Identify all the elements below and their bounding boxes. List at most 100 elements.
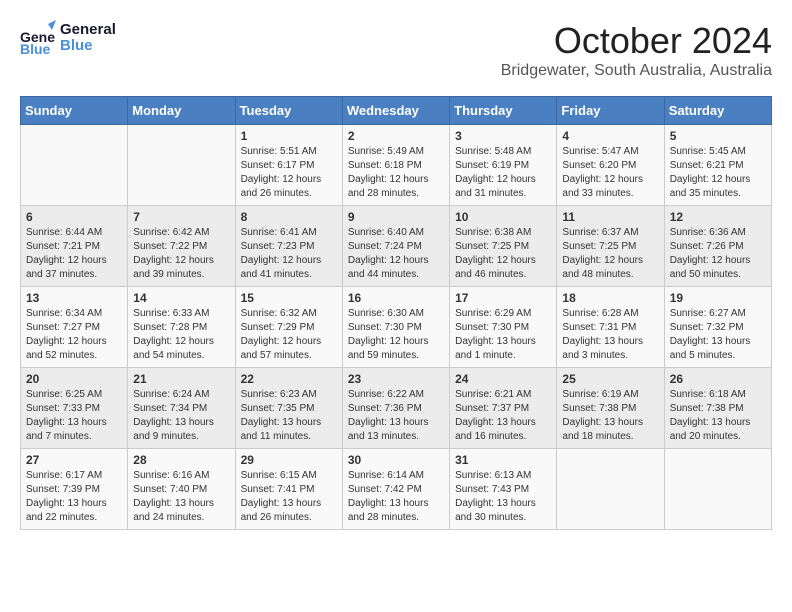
svg-text:Blue: Blue [20,41,51,56]
day-info: Sunrise: 6:17 AM Sunset: 7:39 PM Dayligh… [26,469,122,525]
day-info: Sunrise: 6:33 AM Sunset: 7:28 PM Dayligh… [133,307,229,363]
day-number: 25 [562,372,658,386]
day-cell: 23 Sunrise: 6:22 AM Sunset: 7:36 PM Dayli… [342,368,449,449]
day-number: 6 [26,210,122,224]
day-number: 18 [562,291,658,305]
day-info: Sunrise: 6:16 AM Sunset: 7:40 PM Dayligh… [133,469,229,525]
day-info: Sunrise: 6:40 AM Sunset: 7:24 PM Dayligh… [348,226,444,282]
calendar-header: SundayMondayTuesdayWednesdayThursdayFrid… [21,97,772,125]
day-cell: 14 Sunrise: 6:33 AM Sunset: 7:28 PM Dayli… [128,287,235,368]
day-cell: 4Sunrise: 5:47 AM Sunset: 6:20 PM Daylig… [557,125,664,206]
day-cell [128,125,235,206]
day-cell: 25 Sunrise: 6:19 AM Sunset: 7:38 PM Dayli… [557,368,664,449]
day-info: Sunrise: 5:48 AM Sunset: 6:19 PM Dayligh… [455,145,551,201]
day-number: 2 [348,129,444,143]
day-number: 21 [133,372,229,386]
day-info: Sunrise: 6:24 AM Sunset: 7:34 PM Dayligh… [133,388,229,444]
day-number: 20 [26,372,122,386]
day-info: Sunrise: 6:22 AM Sunset: 7:36 PM Dayligh… [348,388,444,444]
day-info: Sunrise: 6:23 AM Sunset: 7:35 PM Dayligh… [241,388,337,444]
day-cell: 19 Sunrise: 6:27 AM Sunset: 7:32 PM Dayli… [664,287,771,368]
day-cell: 20Sunrise: 6:25 AM Sunset: 7:33 PM Dayli… [21,368,128,449]
day-number: 9 [348,210,444,224]
day-number: 17 [455,291,551,305]
week-row-3: 13Sunrise: 6:34 AM Sunset: 7:27 PM Dayli… [21,287,772,368]
day-info: Sunrise: 6:44 AM Sunset: 7:21 PM Dayligh… [26,226,122,282]
calendar-table: SundayMondayTuesdayWednesdayThursdayFrid… [20,96,772,530]
day-info: Sunrise: 6:27 AM Sunset: 7:32 PM Dayligh… [670,307,766,363]
day-cell: 5 Sunrise: 5:45 AM Sunset: 6:21 PM Daylig… [664,125,771,206]
week-row-4: 20Sunrise: 6:25 AM Sunset: 7:33 PM Dayli… [21,368,772,449]
day-cell [21,125,128,206]
day-cell: 31Sunrise: 6:13 AM Sunset: 7:43 PM Dayli… [450,449,557,530]
day-info: Sunrise: 6:15 AM Sunset: 7:41 PM Dayligh… [241,469,337,525]
month-title: October 2024 [501,20,772,62]
location-subtitle: Bridgewater, South Australia, Australia [501,62,772,80]
day-info: Sunrise: 6:18 AM Sunset: 7:38 PM Dayligh… [670,388,766,444]
day-number: 19 [670,291,766,305]
day-number: 8 [241,210,337,224]
day-info: Sunrise: 6:37 AM Sunset: 7:25 PM Dayligh… [562,226,658,282]
day-number: 16 [348,291,444,305]
day-info: Sunrise: 6:30 AM Sunset: 7:30 PM Dayligh… [348,307,444,363]
day-info: Sunrise: 5:49 AM Sunset: 6:18 PM Dayligh… [348,145,444,201]
day-cell: 12 Sunrise: 6:36 AM Sunset: 7:26 PM Dayli… [664,206,771,287]
day-number: 30 [348,453,444,467]
day-cell: 2 Sunrise: 5:49 AM Sunset: 6:18 PM Daylig… [342,125,449,206]
day-cell: 18Sunrise: 6:28 AM Sunset: 7:31 PM Dayli… [557,287,664,368]
day-number: 23 [348,372,444,386]
day-number: 28 [133,453,229,467]
day-cell: 6 Sunrise: 6:44 AM Sunset: 7:21 PM Daylig… [21,206,128,287]
day-number: 15 [241,291,337,305]
header-cell-friday: Friday [557,97,664,125]
day-cell: 24 Sunrise: 6:21 AM Sunset: 7:37 PM Dayli… [450,368,557,449]
day-number: 12 [670,210,766,224]
day-info: Sunrise: 6:29 AM Sunset: 7:30 PM Dayligh… [455,307,551,363]
day-number: 10 [455,210,551,224]
day-info: Sunrise: 5:51 AM Sunset: 6:17 PM Dayligh… [241,145,337,201]
day-cell: 7Sunrise: 6:42 AM Sunset: 7:22 PM Daylig… [128,206,235,287]
week-row-5: 27 Sunrise: 6:17 AM Sunset: 7:39 PM Dayli… [21,449,772,530]
header-cell-monday: Monday [128,97,235,125]
day-info: Sunrise: 6:34 AM Sunset: 7:27 PM Dayligh… [26,307,122,363]
day-number: 1 [241,129,337,143]
header-cell-saturday: Saturday [664,97,771,125]
header-cell-thursday: Thursday [450,97,557,125]
day-cell: 27 Sunrise: 6:17 AM Sunset: 7:39 PM Dayli… [21,449,128,530]
day-number: 31 [455,453,551,467]
day-info: Sunrise: 6:32 AM Sunset: 7:29 PM Dayligh… [241,307,337,363]
day-cell [557,449,664,530]
day-number: 29 [241,453,337,467]
day-cell: 9 Sunrise: 6:40 AM Sunset: 7:24 PM Daylig… [342,206,449,287]
day-number: 4 [562,129,658,143]
day-info: Sunrise: 6:14 AM Sunset: 7:42 PM Dayligh… [348,469,444,525]
day-number: 5 [670,129,766,143]
day-number: 22 [241,372,337,386]
day-cell: 13Sunrise: 6:34 AM Sunset: 7:27 PM Dayli… [21,287,128,368]
day-info: Sunrise: 6:21 AM Sunset: 7:37 PM Dayligh… [455,388,551,444]
logo-general: General [60,22,116,39]
header-cell-wednesday: Wednesday [342,97,449,125]
day-info: Sunrise: 6:19 AM Sunset: 7:38 PM Dayligh… [562,388,658,444]
day-number: 27 [26,453,122,467]
day-cell: 16 Sunrise: 6:30 AM Sunset: 7:30 PM Dayli… [342,287,449,368]
day-cell: 28 Sunrise: 6:16 AM Sunset: 7:40 PM Dayli… [128,449,235,530]
day-info: Sunrise: 6:41 AM Sunset: 7:23 PM Dayligh… [241,226,337,282]
day-cell: 1 Sunrise: 5:51 AM Sunset: 6:17 PM Daylig… [235,125,342,206]
day-number: 14 [133,291,229,305]
calendar-body: 1 Sunrise: 5:51 AM Sunset: 6:17 PM Daylig… [21,125,772,530]
day-cell: 15 Sunrise: 6:32 AM Sunset: 7:29 PM Dayli… [235,287,342,368]
day-number: 26 [670,372,766,386]
day-info: Sunrise: 6:38 AM Sunset: 7:25 PM Dayligh… [455,226,551,282]
day-info: Sunrise: 6:36 AM Sunset: 7:26 PM Dayligh… [670,226,766,282]
day-cell: 3 Sunrise: 5:48 AM Sunset: 6:19 PM Daylig… [450,125,557,206]
day-cell: 29 Sunrise: 6:15 AM Sunset: 7:41 PM Dayli… [235,449,342,530]
day-info: Sunrise: 6:42 AM Sunset: 7:22 PM Dayligh… [133,226,229,282]
logo-blue: Blue [60,38,116,55]
day-cell: 21 Sunrise: 6:24 AM Sunset: 7:34 PM Dayli… [128,368,235,449]
day-number: 3 [455,129,551,143]
header-cell-sunday: Sunday [21,97,128,125]
day-info: Sunrise: 5:45 AM Sunset: 6:21 PM Dayligh… [670,145,766,201]
day-number: 24 [455,372,551,386]
header-row: SundayMondayTuesdayWednesdayThursdayFrid… [21,97,772,125]
